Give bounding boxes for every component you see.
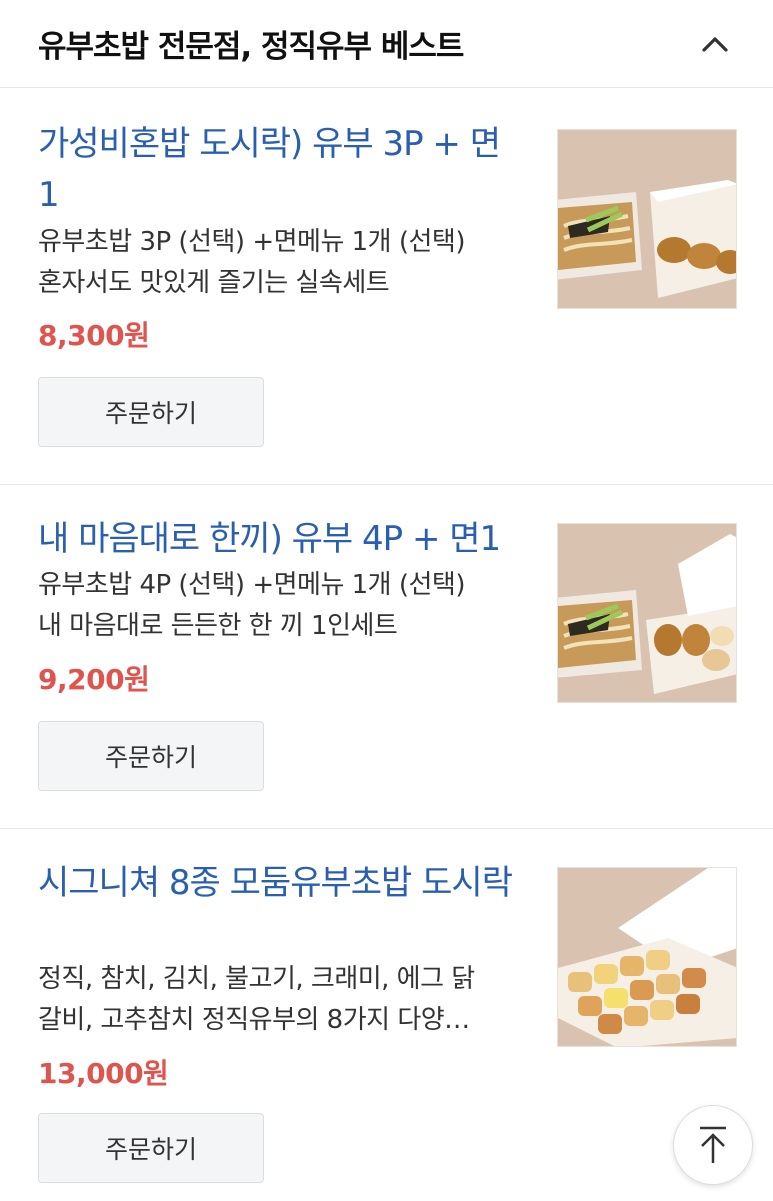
item-description: 유부초밥 3P (선택) +면메뉴 1개 (선택) 혼자서도 맛있게 즐기는 실…	[38, 222, 518, 304]
description-line: 유부초밥 4P (선택) +면메뉴 1개 (선택)	[38, 570, 466, 600]
food-image	[558, 130, 736, 308]
description-line: 혼자서도 맛있게 즐기는 실속세트	[38, 268, 390, 298]
description-line: 정직, 참치, 김치, 불고기, 크래미, 에그 닭	[38, 964, 475, 994]
item-title[interactable]: 가성비혼밥 도시락) 유부 3P + 면 1	[38, 119, 518, 221]
scroll-to-top-button[interactable]	[673, 1105, 753, 1185]
chevron-up-icon	[702, 36, 728, 52]
food-image	[558, 868, 736, 1046]
item-title[interactable]: 시그니쳐 8종 모둠유부초밥 도시락	[38, 858, 518, 909]
order-button[interactable]: 주문하기	[38, 721, 264, 791]
description-line: 유부초밥 3P (선택) +면메뉴 1개 (선택)	[38, 227, 466, 257]
item-photo[interactable]	[557, 129, 737, 309]
item-description: 유부초밥 4P (선택) +면메뉴 1개 (선택) 내 마음대로 든든한 한 끼…	[38, 565, 518, 647]
food-image	[558, 524, 736, 702]
order-button[interactable]: 주문하기	[38, 377, 264, 447]
collapse-button[interactable]	[695, 24, 735, 64]
item-photo[interactable]	[557, 523, 737, 703]
menu-item: 가성비혼밥 도시락) 유부 3P + 면 1 유부초밥 3P (선택) +면메뉴…	[0, 89, 773, 485]
item-title[interactable]: 내 마음대로 한끼) 유부 4P + 면1	[38, 514, 518, 565]
arrow-up-icon	[700, 1126, 726, 1163]
description-line: 갈비, 고추참치 정직유부의 8가지 다양…	[38, 1005, 470, 1035]
menu-item: 내 마음대로 한끼) 유부 4P + 면1 유부초밥 4P (선택) +면메뉴 …	[0, 485, 773, 829]
order-button[interactable]: 주문하기	[38, 1113, 264, 1183]
menu-item: 시그니쳐 8종 모둠유부초밥 도시락 정직, 참치, 김치, 불고기, 크래미,…	[0, 829, 773, 1201]
item-price: 8,300원	[38, 319, 150, 352]
item-price: 13,000원	[38, 1057, 169, 1090]
item-photo[interactable]	[557, 867, 737, 1047]
section-header: 유부초밥 전문점, 정직유부 베스트	[0, 0, 773, 88]
section-title: 유부초밥 전문점, 정직유부 베스트	[38, 29, 464, 65]
item-price: 9,200원	[38, 663, 150, 696]
item-description: 정직, 참치, 김치, 불고기, 크래미, 에그 닭 갈비, 고추참치 정직유부…	[38, 959, 518, 1041]
description-line: 내 마음대로 든든한 한 끼 1인세트	[38, 611, 398, 641]
